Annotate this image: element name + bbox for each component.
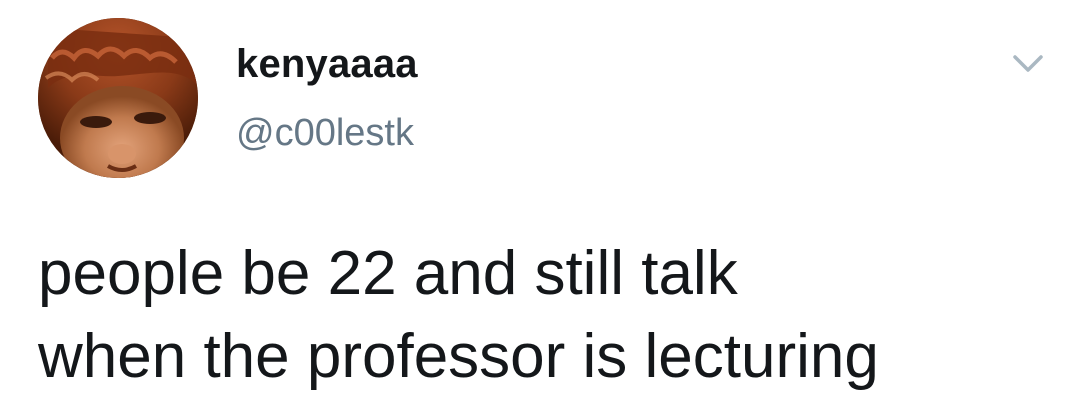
- chevron-down-icon[interactable]: [1010, 48, 1046, 78]
- author-display-name[interactable]: kenyaaaa: [236, 42, 418, 87]
- tweet-card: kenyaaaa @c00lestk people be 22 and stil…: [0, 0, 1070, 419]
- tweet-text-line: people be 22 and still talk: [38, 239, 738, 308]
- author-handle[interactable]: @c00lestk: [236, 112, 414, 155]
- tweet-text-line: when the professor is lecturing: [38, 322, 879, 391]
- avatar-photo: [38, 18, 198, 178]
- tweet-text: people be 22 and still talk when the pro…: [38, 232, 1048, 398]
- avatar[interactable]: [38, 18, 198, 178]
